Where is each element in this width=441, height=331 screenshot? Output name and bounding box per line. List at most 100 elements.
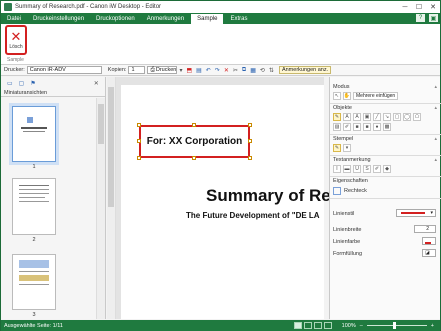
thumbnail-toolbar: ▭ ▢ ⚑ ✕	[1, 77, 105, 89]
collapse-icon[interactable]: ▴	[434, 105, 437, 111]
save-icon[interactable]: ▤	[196, 67, 202, 74]
fill-shape-tool-icon[interactable]: ▩	[383, 123, 391, 131]
arrow-tool-icon[interactable]: ↘	[383, 113, 391, 121]
polygon-tool-icon[interactable]: ⬠	[413, 113, 421, 121]
select-tool-icon[interactable]: ↖	[333, 92, 341, 100]
stamp-dropdown-icon[interactable]: ▾	[343, 144, 351, 152]
document-title: Summary of Res	[206, 186, 341, 205]
document-scrollbar[interactable]	[107, 77, 116, 319]
resize-handle[interactable]	[137, 139, 141, 143]
underline-text-icon[interactable]: U	[353, 165, 361, 173]
zoom-value: 100%	[341, 322, 356, 329]
delete-button[interactable]: ✕ Lösch	[5, 25, 27, 55]
copies-input[interactable]: 1	[128, 66, 146, 74]
help-icon[interactable]: ?	[416, 14, 425, 22]
tab-datei[interactable]: Datei	[1, 13, 27, 24]
two-page-view-icon[interactable]	[313, 322, 322, 329]
comment-icon[interactable]: ▢	[19, 80, 25, 87]
show-annotations-button[interactable]: Anmerkungen anz.	[278, 66, 332, 74]
maximize-button[interactable]: ☐	[412, 2, 426, 12]
zoom-slider[interactable]	[366, 322, 427, 329]
resize-handle[interactable]	[248, 156, 252, 160]
close-button[interactable]: ✕	[426, 2, 440, 12]
line-tool-icon[interactable]: ╱	[373, 113, 381, 121]
image-tool-icon[interactable]: ▣	[363, 113, 371, 121]
arrange-icon[interactable]: ⇅	[269, 67, 274, 74]
fill-rect2-tool-icon[interactable]: ■	[363, 123, 371, 131]
rectangle-tool-icon[interactable]: ▢	[393, 113, 401, 121]
multi-insert-button[interactable]: Mehrere einfügen	[353, 92, 399, 100]
highlight-tool-icon[interactable]: ▨	[333, 123, 341, 131]
collapse-icon[interactable]: ▴	[434, 136, 437, 142]
zoom-in-icon[interactable]: +	[431, 323, 434, 329]
export-icon[interactable]: ⬒	[186, 67, 192, 74]
line-style-select[interactable]: ▾	[396, 209, 436, 217]
delete-small-icon[interactable]: ✕	[224, 67, 229, 74]
text-tool-icon[interactable]: A	[343, 113, 351, 121]
copy-icon[interactable]: ⧉	[242, 67, 246, 74]
strike-text-icon[interactable]: S	[363, 165, 371, 173]
thumbnail-page-3[interactable]	[12, 254, 56, 310]
resize-handle[interactable]	[248, 123, 252, 127]
stamp-tool-icon[interactable]: ✎	[333, 144, 341, 152]
marker-tool-icon[interactable]: ✐	[343, 123, 351, 131]
line-color-picker[interactable]	[422, 237, 436, 245]
thumbnail-number: 3	[32, 312, 36, 318]
redo-icon[interactable]: ↷	[215, 67, 220, 74]
scrollbar-thumb[interactable]	[98, 104, 104, 144]
tab-druckeinstellungen[interactable]: Druckeinstellungen	[27, 13, 90, 24]
paste-icon[interactable]: ▦	[250, 67, 256, 74]
resize-handle[interactable]	[248, 139, 252, 143]
undo-icon[interactable]: ↶	[206, 67, 211, 74]
app-icon	[4, 3, 12, 11]
line-style-label: Linienstil	[333, 211, 355, 217]
ellipse-tool-icon[interactable]: ◯	[403, 113, 411, 121]
marker-text-icon[interactable]: ✐	[373, 165, 381, 173]
resize-handle[interactable]	[137, 156, 141, 160]
cut-icon[interactable]: ✂	[233, 67, 238, 74]
document-subtitle: The Future Development of "DE LA	[186, 211, 320, 220]
fill-circle-tool-icon[interactable]: ●	[373, 123, 381, 131]
options-icon[interactable]: ▣	[429, 14, 438, 22]
rotate-icon[interactable]: ⟲	[260, 67, 265, 74]
resize-handle[interactable]	[192, 156, 196, 160]
annotation-rectangle[interactable]: For: XX Corporation	[139, 125, 250, 158]
fit-view-icon[interactable]	[323, 322, 332, 329]
thumbnail-page-2[interactable]	[12, 178, 56, 235]
fill-rect-tool-icon[interactable]: ■	[353, 123, 361, 131]
thumbnail-page-1[interactable]	[9, 103, 59, 165]
ribbon-group-label: Sample	[7, 57, 24, 63]
print-button[interactable]: ⎙ Drucken	[147, 66, 178, 74]
textbox-tool-icon[interactable]: A	[353, 113, 361, 121]
dropdown-arrow-icon[interactable]: ▾	[179, 67, 182, 74]
pane-close-icon[interactable]: ✕	[94, 80, 99, 87]
minimize-button[interactable]: ─	[398, 2, 412, 12]
line-width-input[interactable]: 2	[414, 225, 436, 233]
highlight-text-icon[interactable]: ▬	[343, 165, 351, 173]
printer-select[interactable]: Canon iR-ADV	[26, 66, 102, 74]
cursor-text-icon[interactable]: I	[333, 165, 341, 173]
tab-sample[interactable]: Sample	[190, 13, 225, 24]
resize-handle[interactable]	[192, 123, 196, 127]
color-text-icon[interactable]: ◆	[383, 165, 391, 173]
resize-handle[interactable]	[137, 123, 141, 127]
collapse-icon[interactable]: ▴	[434, 84, 437, 90]
scrollbar-thumb[interactable]	[108, 87, 114, 207]
properties-label: Eigenschaften	[333, 178, 368, 184]
bookmark-icon[interactable]: ⚑	[30, 80, 35, 87]
zoom-out-icon[interactable]: –	[360, 323, 363, 329]
toolbar: Drucker: Canon iR-ADV Kopien: 1 ⎙ Drucke…	[1, 65, 440, 76]
thumbnail-number: 2	[32, 237, 36, 243]
tab-druckoptionen[interactable]: Druckoptionen	[90, 13, 141, 24]
pen-tool-icon[interactable]: ✎	[333, 113, 341, 121]
collapse-icon[interactable]: ▴	[434, 157, 437, 163]
page-icon[interactable]: ▭	[7, 80, 13, 87]
fill-picker[interactable]: ◪	[422, 249, 436, 257]
thumbnail-scrollbar[interactable]	[96, 98, 105, 319]
tab-anmerkungen[interactable]: Anmerkungen	[141, 13, 190, 24]
continuous-view-icon[interactable]	[303, 322, 312, 329]
zoom-slider-knob[interactable]	[392, 322, 396, 329]
tab-extras[interactable]: Extras	[224, 13, 253, 24]
hand-tool-icon[interactable]: ✋	[343, 92, 351, 100]
single-page-view-icon[interactable]	[293, 322, 302, 329]
